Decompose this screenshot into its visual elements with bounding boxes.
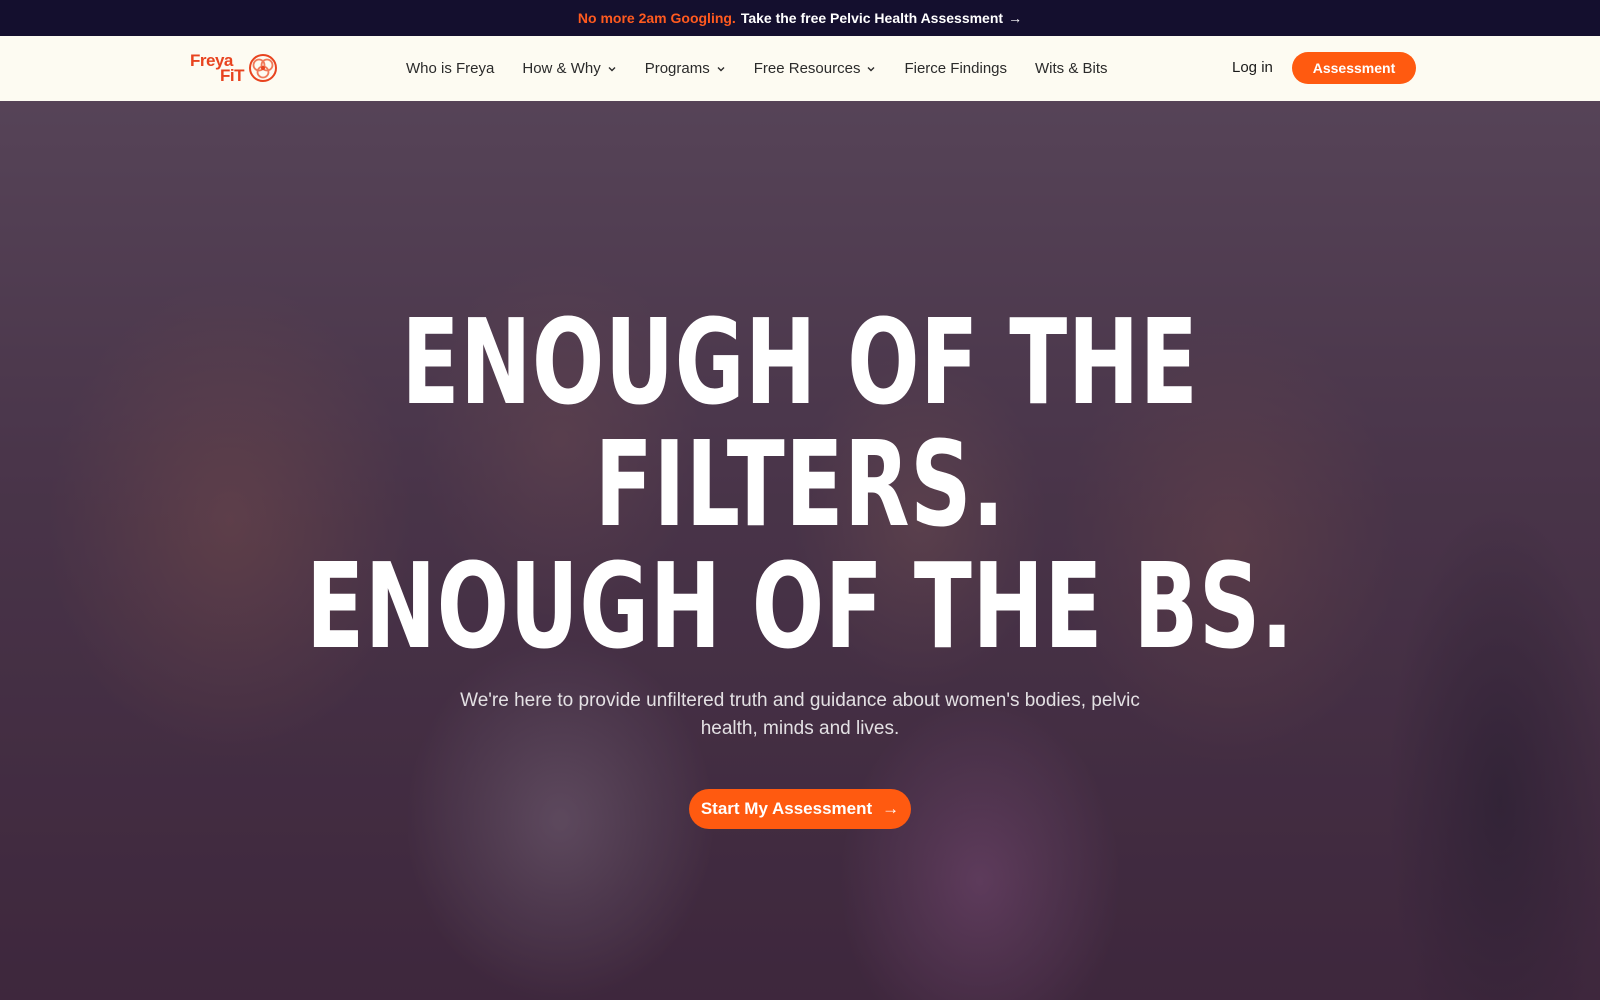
start-assessment-button[interactable]: Start My Assessment → bbox=[689, 789, 911, 829]
hero-content: ENOUGH OF THE FILTERS. ENOUGH OF THE BS.… bbox=[0, 101, 1600, 1000]
announcement-link-text: Take the free Pelvic Health Assessment bbox=[740, 10, 1004, 26]
main-nav: Who is Freya How & Why Programs Free Res… bbox=[406, 36, 1108, 101]
logo[interactable]: Freya FiT bbox=[190, 50, 286, 86]
hero-subtitle: We're here to provide unfiltered truth a… bbox=[460, 690, 1140, 739]
nav-wits-and-bits[interactable]: Wits & Bits bbox=[1035, 60, 1108, 77]
hero-headline: ENOUGH OF THE FILTERS. ENOUGH OF THE BS. bbox=[224, 301, 1376, 667]
nav-label: Wits & Bits bbox=[1035, 60, 1108, 77]
nav-how-and-why[interactable]: How & Why bbox=[522, 60, 616, 77]
chevron-down-icon bbox=[717, 66, 725, 71]
assessment-promo-link[interactable]: Take the free Pelvic Health Assessment → bbox=[741, 10, 1022, 26]
headline-line-2: FILTERS. bbox=[594, 415, 1006, 553]
headline-line-1: ENOUGH OF THE bbox=[401, 293, 1199, 431]
cta-label: Start My Assessment bbox=[700, 799, 873, 818]
nav-label: Fierce Findings bbox=[904, 60, 1008, 77]
nav-programs[interactable]: Programs bbox=[645, 60, 726, 77]
site-header: Freya FiT Who is Freya How & Why Program… bbox=[0, 36, 1600, 101]
hero-section: ENOUGH OF THE FILTERS. ENOUGH OF THE BS.… bbox=[0, 101, 1600, 1000]
nav-label: How & Why bbox=[522, 60, 601, 77]
nav-free-resources[interactable]: Free Resources bbox=[754, 60, 877, 77]
announcement-bar: No more 2am Googling. Take the free Pelv… bbox=[0, 0, 1600, 36]
announcement-highlight: No more 2am Googling. bbox=[577, 10, 736, 26]
arrow-right-icon: → bbox=[882, 799, 900, 818]
logo-line-2: FiT bbox=[220, 66, 245, 85]
chevron-down-icon bbox=[867, 66, 875, 71]
headline-line-3: ENOUGH OF THE BS. bbox=[306, 537, 1294, 675]
nav-fierce-findings[interactable]: Fierce Findings bbox=[904, 60, 1007, 77]
spiral-logo-icon bbox=[249, 54, 277, 82]
chevron-down-icon bbox=[608, 66, 616, 71]
logo-wordmark: Freya FiT bbox=[190, 52, 245, 85]
assessment-button[interactable]: Assessment bbox=[1292, 52, 1416, 84]
arrow-right-icon: → bbox=[1008, 10, 1023, 26]
login-link[interactable]: Log in bbox=[1232, 59, 1273, 76]
nav-who-is-freya[interactable]: Who is Freya bbox=[406, 60, 494, 77]
nav-label: Programs bbox=[644, 60, 710, 77]
nav-label: Free Resources bbox=[753, 60, 861, 77]
nav-label: Who is Freya bbox=[406, 60, 495, 77]
